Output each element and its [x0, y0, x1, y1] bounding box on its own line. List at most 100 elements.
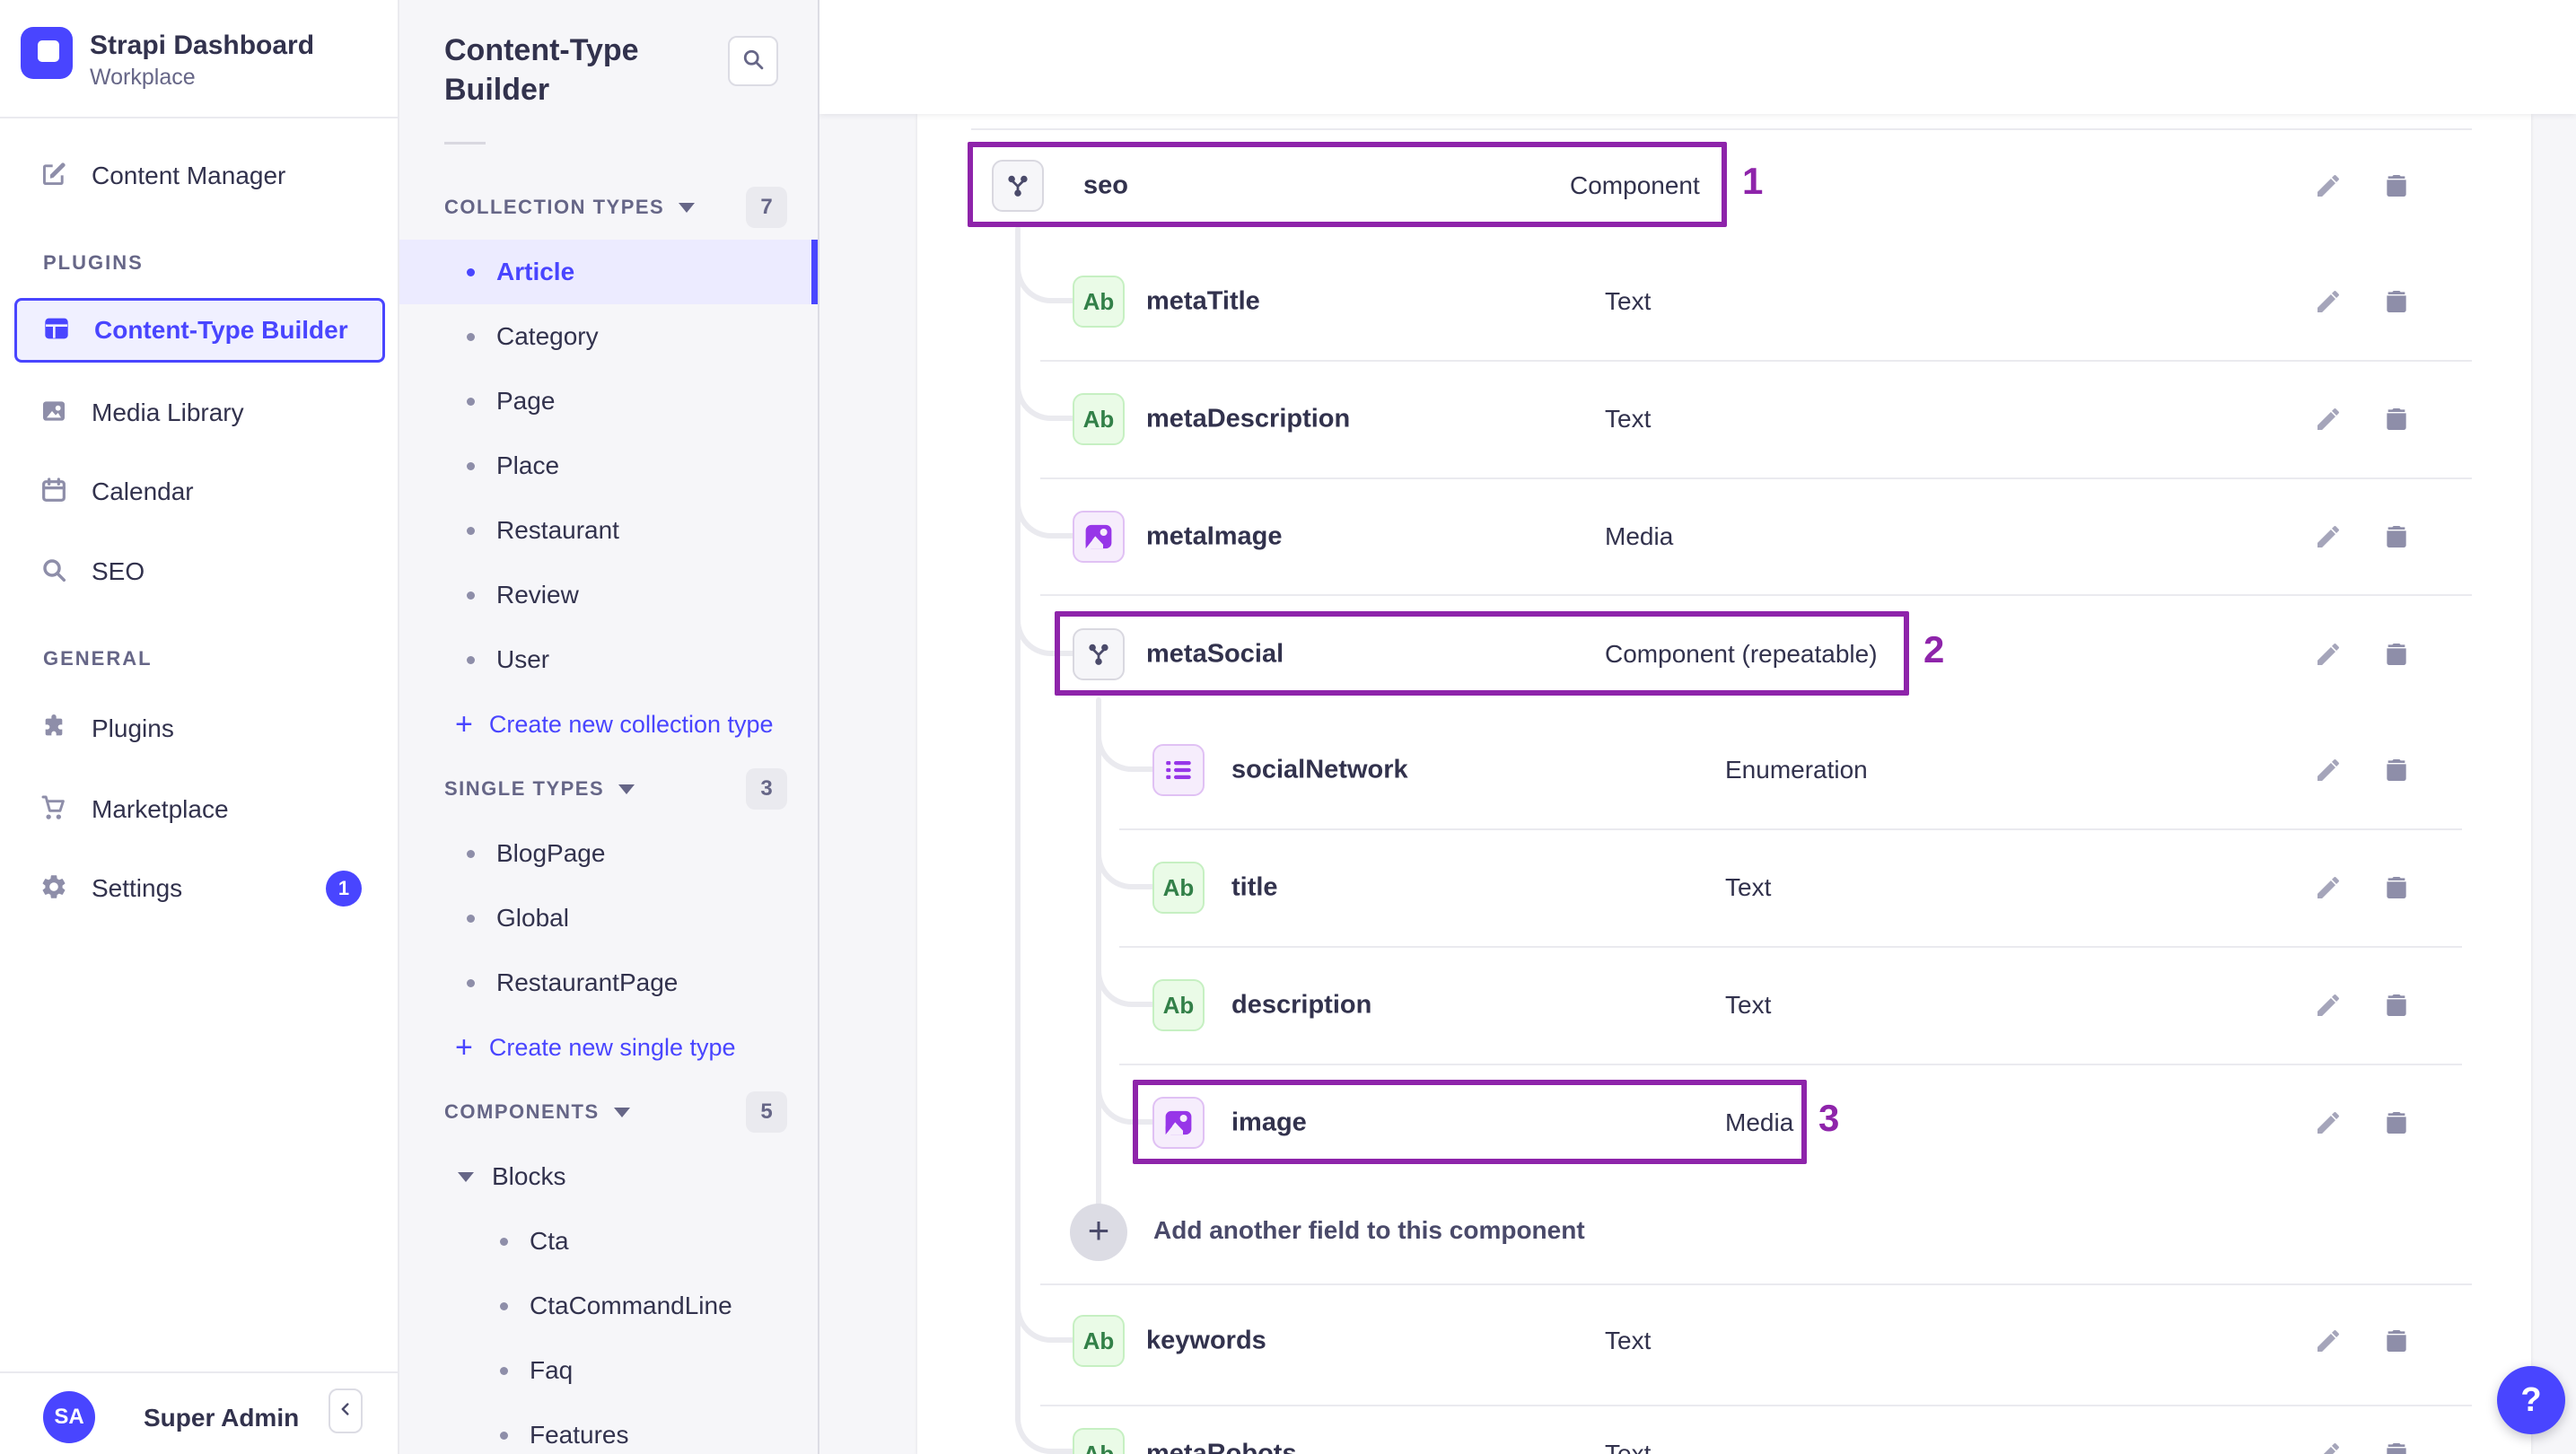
delete-field-button[interactable]: [2379, 168, 2414, 204]
bullet-icon: [467, 397, 475, 406]
field-name: image: [1231, 1108, 1307, 1137]
edit-field-button[interactable]: [2310, 1105, 2346, 1141]
collection-type-article[interactable]: Article: [399, 240, 818, 304]
edit-field-button[interactable]: [2310, 870, 2346, 906]
edit-field-button[interactable]: [2310, 1436, 2346, 1454]
media-icon: [1073, 511, 1125, 563]
help-button[interactable]: ?: [2497, 1366, 2565, 1434]
field-type: Component: [1570, 171, 1700, 199]
settings-notification-badge: 1: [326, 871, 362, 907]
sidebar-item-seo[interactable]: SEO: [14, 539, 385, 604]
sidebar-item-settings[interactable]: Settings 1: [14, 856, 385, 921]
delete-field-button[interactable]: [2379, 636, 2414, 672]
search-icon: [39, 556, 68, 589]
main-sidebar: Strapi Dashboard Workplace Content Manag…: [0, 0, 399, 1454]
bullet-icon: [467, 849, 475, 858]
media-icon: [1152, 1097, 1205, 1149]
sidebar-item-calendar[interactable]: Calendar: [14, 460, 385, 524]
collection-type-category[interactable]: Category: [399, 304, 818, 369]
chevron-down-icon: [618, 784, 635, 794]
sidebar-item-content-manager[interactable]: Content Manager: [14, 144, 385, 208]
collection-type-place[interactable]: Place: [399, 434, 818, 498]
add-component-field-label[interactable]: Add another field to this component: [1153, 1216, 1585, 1245]
text-icon: Ab: [1073, 1428, 1125, 1454]
annotation-number-1: 1: [1742, 160, 1764, 202]
field-name: metaImage: [1146, 521, 1283, 551]
component-icon: [992, 160, 1044, 212]
delete-field-button[interactable]: [2379, 284, 2414, 320]
single-type-global[interactable]: Global: [399, 886, 818, 950]
edit-field-button[interactable]: [2310, 987, 2346, 1023]
bullet-icon: [467, 267, 475, 276]
gear-icon: [39, 872, 68, 906]
component-icon: [1073, 628, 1125, 680]
single-type-blogpage[interactable]: BlogPage: [399, 821, 818, 886]
edit-field-button[interactable]: [2310, 752, 2346, 788]
field-type: Text: [1605, 1440, 1652, 1454]
edit-field-button[interactable]: [2310, 284, 2346, 320]
search-button[interactable]: [728, 36, 778, 86]
delete-field-button[interactable]: [2379, 1105, 2414, 1141]
collapse-sidebar-button[interactable]: [329, 1388, 363, 1433]
delete-field-button[interactable]: [2379, 1436, 2414, 1454]
bullet-icon: [467, 526, 475, 535]
edit-field-button[interactable]: [2310, 1323, 2346, 1359]
field-type: Media: [1725, 1108, 1794, 1136]
field-row-metatitle: Ab metaTitle Text: [917, 243, 2531, 360]
collection-type-restaurant[interactable]: Restaurant: [399, 498, 818, 563]
field-type: Text: [1725, 991, 1772, 1019]
sidebar-item-plugins[interactable]: Plugins: [14, 696, 385, 761]
annotation-number-2: 2: [1923, 628, 1945, 670]
field-type: Text: [1725, 873, 1772, 901]
field-row-image: image Media: [917, 1064, 2531, 1181]
component-features[interactable]: Features: [399, 1403, 818, 1454]
delete-field-button[interactable]: [2379, 1323, 2414, 1359]
edit-field-button[interactable]: [2310, 168, 2346, 204]
divider: [0, 1371, 398, 1373]
sidebar-item-media-library[interactable]: Media Library: [14, 381, 385, 445]
components-header[interactable]: COMPONENTS 5: [399, 1080, 818, 1144]
general-section-heading: GENERAL: [43, 647, 153, 670]
builder-title: Content-Type Builder: [444, 33, 639, 107]
bullet-icon: [467, 332, 475, 341]
field-name: description: [1231, 990, 1372, 1020]
sidebar-item-marketplace[interactable]: Marketplace: [14, 777, 385, 842]
field-type: Enumeration: [1725, 756, 1868, 784]
component-cta[interactable]: Cta: [399, 1209, 818, 1274]
collection-types-header[interactable]: COLLECTION TYPES 7: [399, 175, 818, 240]
edit-field-button[interactable]: [2310, 636, 2346, 672]
collection-type-user[interactable]: User: [399, 627, 818, 692]
field-row-metadescription: Ab metaDescription Text: [917, 361, 2531, 477]
chevron-down-icon: [458, 1171, 474, 1182]
component-faq[interactable]: Faq: [399, 1338, 818, 1403]
single-type-restaurantpage[interactable]: RestaurantPage: [399, 950, 818, 1015]
text-icon: Ab: [1152, 979, 1205, 1031]
field-type: Component (repeatable): [1605, 640, 1878, 668]
collection-type-review[interactable]: Review: [399, 563, 818, 627]
delete-field-button[interactable]: [2379, 752, 2414, 788]
annotation-number-3: 3: [1818, 1097, 1840, 1139]
collection-type-page[interactable]: Page: [399, 369, 818, 434]
single-types-header[interactable]: SINGLE TYPES 3: [399, 757, 818, 821]
app-title: Strapi Dashboard: [90, 31, 315, 60]
delete-field-button[interactable]: [2379, 987, 2414, 1023]
create-single-type-link[interactable]: + Create new single type: [399, 1015, 818, 1080]
component-group-blocks[interactable]: Blocks: [399, 1144, 818, 1209]
add-component-field-button[interactable]: +: [1070, 1204, 1127, 1261]
bullet-icon: [467, 914, 475, 923]
text-icon: Ab: [1073, 1315, 1125, 1367]
delete-field-button[interactable]: [2379, 401, 2414, 437]
field-row-keywords: Ab keywords Text: [917, 1283, 2531, 1399]
chevron-left-icon: [336, 1399, 355, 1423]
avatar[interactable]: SA: [43, 1391, 95, 1443]
create-collection-type-link[interactable]: + Create new collection type: [399, 692, 818, 757]
divider: [444, 142, 486, 145]
component-ctacommandline[interactable]: CtaCommandLine: [399, 1274, 818, 1338]
edit-field-button[interactable]: [2310, 401, 2346, 437]
delete-field-button[interactable]: [2379, 870, 2414, 906]
bullet-icon: [500, 1301, 508, 1310]
delete-field-button[interactable]: [2379, 519, 2414, 555]
edit-field-button[interactable]: [2310, 519, 2346, 555]
field-row-seo: seo Component: [917, 127, 2531, 244]
sidebar-item-content-type-builder[interactable]: Content-Type Builder: [14, 298, 385, 363]
